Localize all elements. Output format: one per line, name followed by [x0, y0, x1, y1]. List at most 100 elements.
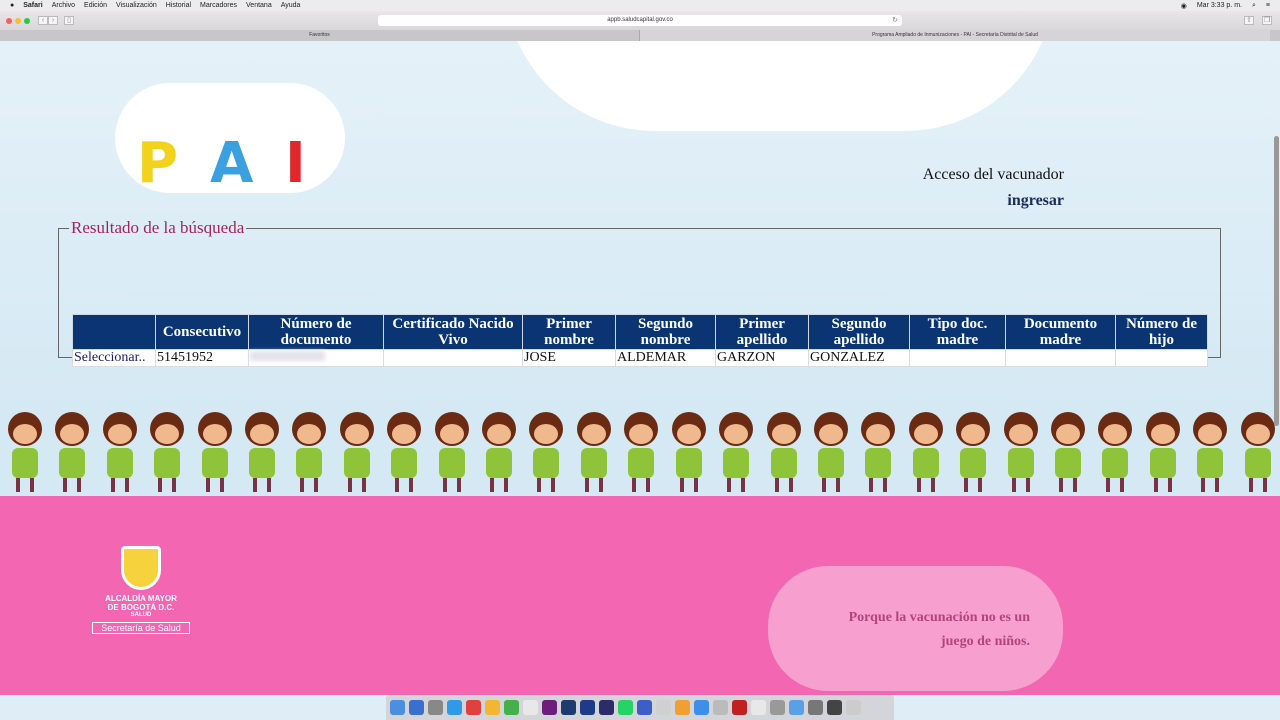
access-label: Acceso del vacunador — [922, 166, 1064, 183]
menu-archivo[interactable]: Archivo — [52, 2, 75, 9]
cell-documento — [248, 349, 384, 367]
dock-app-icon[interactable] — [827, 700, 842, 715]
dock-app-icon[interactable] — [542, 700, 557, 715]
logo-line: ALCALDÍA MAYOR — [105, 594, 177, 603]
dock-app-icon[interactable] — [789, 700, 804, 715]
close-button[interactable] — [6, 17, 12, 24]
child-figure — [474, 408, 521, 498]
forward-button[interactable]: › — [48, 16, 58, 25]
dock-app-icon[interactable] — [808, 700, 823, 715]
child-figure — [948, 408, 995, 498]
child-figure — [142, 408, 189, 498]
child-figure — [47, 408, 94, 498]
col-segundo-apellido: Segundo apellido — [808, 314, 910, 350]
child-figure — [1185, 408, 1232, 498]
cloud-decoration — [505, 41, 1055, 131]
slogan: Porque la vacunación no es un juego de n… — [790, 606, 1030, 654]
back-button[interactable]: ‹ — [38, 16, 48, 25]
child-figure — [427, 408, 474, 498]
cell-certificado — [383, 349, 523, 367]
clock[interactable]: Mar 3:33 p. m. — [1197, 2, 1242, 9]
dock-app-icon[interactable] — [390, 700, 405, 715]
search-results: Resultado de la búsqueda Consecutivo Núm… — [58, 218, 1221, 367]
dock-app-icon[interactable] — [770, 700, 785, 715]
cell-documento-madre — [1005, 349, 1116, 367]
dock-app-icon[interactable] — [656, 700, 671, 715]
page-content: P A I Acceso del vacunador ingresar Resu… — [0, 41, 1280, 695]
sidebar-icon[interactable]: ▯ — [64, 16, 74, 25]
menu-safari[interactable]: Safari — [23, 2, 42, 9]
zoom-button[interactable] — [24, 17, 30, 24]
dock-app-icon[interactable] — [580, 700, 595, 715]
dock — [386, 695, 894, 720]
pai-logo: P A I — [115, 83, 345, 196]
mac-menubar: ● Safari Archivo Edición Visualización H… — [0, 0, 1280, 11]
coat-of-arms-icon — [121, 546, 161, 590]
tab-pai[interactable]: Programa Ampliado de Inmunizaciones - PA… — [640, 30, 1270, 41]
select-link[interactable]: Seleccionar.. — [74, 350, 146, 365]
child-figure — [332, 408, 379, 498]
redacted-value — [250, 351, 325, 361]
menu-visualizacion[interactable]: Visualización — [116, 2, 157, 9]
dock-app-icon[interactable] — [466, 700, 481, 715]
address-bar[interactable]: appb.saludcapital.gov.co ↻ — [378, 15, 902, 26]
child-figure — [616, 408, 663, 498]
child-figure — [806, 408, 853, 498]
child-figure — [95, 408, 142, 498]
child-figure — [1138, 408, 1185, 498]
results-table: Consecutivo Número de documento Certific… — [72, 314, 1208, 367]
wifi-icon[interactable]: ◉ — [1181, 2, 1187, 10]
menu-ventana[interactable]: Ventana — [246, 2, 272, 9]
dock-app-icon[interactable] — [447, 700, 462, 715]
dock-app-icon[interactable] — [523, 700, 538, 715]
minimize-button[interactable] — [15, 17, 21, 24]
col-documento-madre: Documento madre — [1005, 314, 1116, 350]
menu-marcadores[interactable]: Marcadores — [200, 2, 237, 9]
col-numero-documento: Número de documento — [248, 314, 384, 350]
logo-letter-a: A — [210, 131, 254, 196]
menu-ayuda[interactable]: Ayuda — [281, 2, 301, 9]
child-figure — [1043, 408, 1090, 498]
child-figure — [1233, 408, 1280, 498]
col-primer-apellido: Primer apellido — [715, 314, 809, 350]
dock-app-icon[interactable] — [751, 700, 766, 715]
dock-app-icon[interactable] — [694, 700, 709, 715]
share-icon[interactable]: ⇧ — [1244, 16, 1254, 25]
logo-letter-i: I — [285, 131, 306, 196]
dock-app-icon[interactable] — [485, 700, 500, 715]
col-certificado: Certificado Nacido Vivo — [383, 314, 523, 350]
tabs-icon[interactable]: ❐ — [1262, 16, 1272, 25]
dock-app-icon[interactable] — [675, 700, 690, 715]
scrollbar[interactable] — [1274, 136, 1279, 426]
dock-app-icon[interactable] — [504, 700, 519, 715]
tab-bar: Favoritos Programa Ampliado de Inmunizac… — [0, 30, 1280, 41]
logo-letter-p: P — [137, 131, 179, 196]
child-figure — [569, 408, 616, 498]
dock-app-icon[interactable] — [618, 700, 633, 715]
dock-app-icon[interactable] — [561, 700, 576, 715]
url-text: appb.saludcapital.gov.co — [607, 17, 673, 23]
table-row: Seleccionar.. 51451952 JOSE ALDEMAR GARZ… — [72, 349, 1208, 367]
spotlight-icon[interactable]: ⌕ — [1252, 2, 1256, 10]
apple-icon[interactable]: ● — [10, 2, 14, 9]
vaccinator-access: Acceso del vacunador ingresar — [923, 166, 1064, 210]
dock-app-icon[interactable] — [428, 700, 443, 715]
dock-app-icon[interactable] — [599, 700, 614, 715]
logo-secretaria: Secretaría de Salud — [92, 622, 190, 634]
dock-app-icon[interactable] — [637, 700, 652, 715]
dock-app-icon[interactable] — [713, 700, 728, 715]
tab-favoritos[interactable]: Favoritos — [0, 30, 640, 41]
child-figure — [759, 408, 806, 498]
cell-numero-hijo — [1115, 349, 1208, 367]
col-segundo-nombre: Segundo nombre — [615, 314, 716, 350]
menu-edicion[interactable]: Edición — [84, 2, 107, 9]
dock-app-icon[interactable] — [409, 700, 424, 715]
menu-historial[interactable]: Historial — [166, 2, 191, 9]
dock-app-icon[interactable] — [732, 700, 747, 715]
col-numero-hijo: Número de hijo — [1115, 314, 1208, 350]
login-link[interactable]: ingresar — [923, 192, 1064, 210]
reload-icon[interactable]: ↻ — [892, 15, 898, 26]
notification-icon[interactable]: ≡ — [1266, 2, 1270, 9]
dock-app-icon[interactable] — [846, 700, 861, 715]
child-figure — [379, 408, 426, 498]
